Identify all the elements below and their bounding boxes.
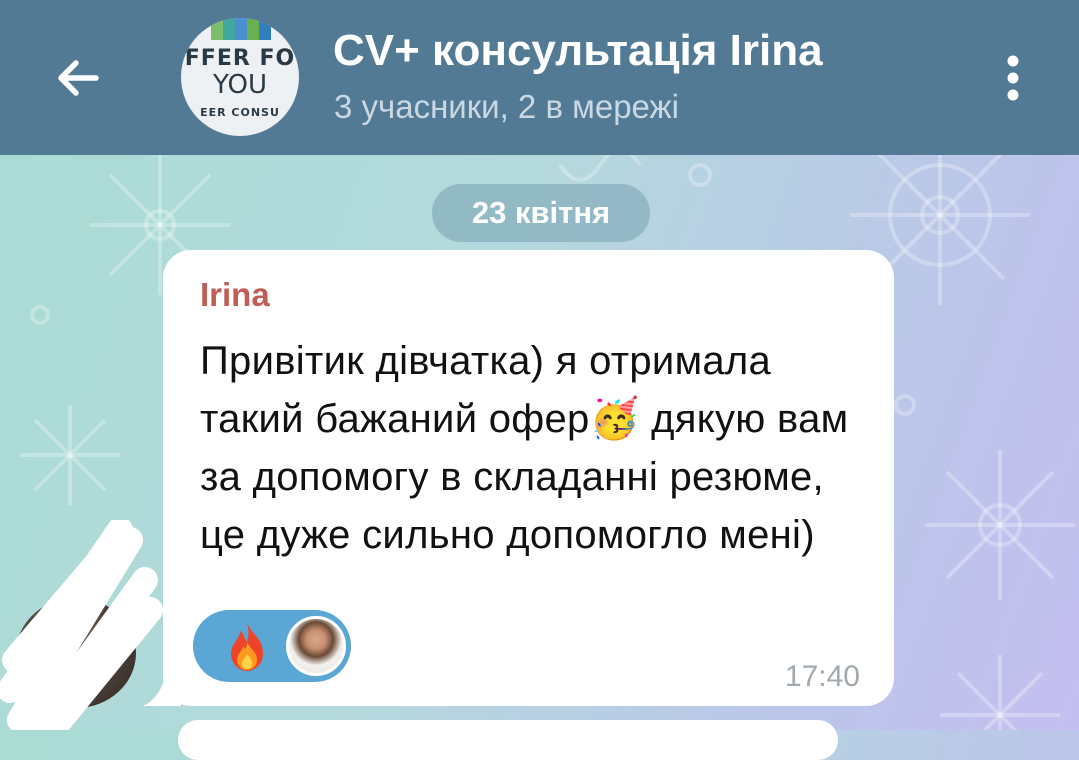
- date-separator: 23 квітня: [432, 184, 650, 242]
- avatar-color-stripes: [211, 18, 271, 40]
- vertical-dots-icon: [1007, 55, 1019, 101]
- avatar-logo-text-2: YOU: [213, 70, 267, 100]
- message-sender[interactable]: Irina: [200, 276, 270, 314]
- message-time: 17:40: [784, 660, 860, 693]
- menu-button[interactable]: [993, 48, 1033, 108]
- reaction-chip[interactable]: [193, 610, 351, 682]
- message-bubble[interactable]: Irina Привітик дівчатка) я отримала таки…: [163, 250, 894, 706]
- chat-header: FFER FO YOU EER CONSU CV+ консультація I…: [0, 0, 1079, 155]
- avatar-logo-text-1: FFER FO: [184, 46, 296, 71]
- chat-subtitle: 3 учасники, 2 в мережі: [334, 88, 679, 125]
- arrow-left-icon: [58, 60, 99, 96]
- next-message-bubble: [178, 720, 838, 760]
- chat-title[interactable]: CV+ консультація Irina: [333, 26, 823, 76]
- avatar-logo-text-3: EER CONSU: [200, 106, 280, 119]
- fire-icon: [231, 622, 263, 671]
- reactor-avatar: [286, 616, 346, 676]
- message-text: Привітик дівчатка) я отримала такий бажа…: [200, 339, 849, 557]
- group-avatar[interactable]: FFER FO YOU EER CONSU: [181, 18, 299, 136]
- back-button[interactable]: [48, 48, 108, 108]
